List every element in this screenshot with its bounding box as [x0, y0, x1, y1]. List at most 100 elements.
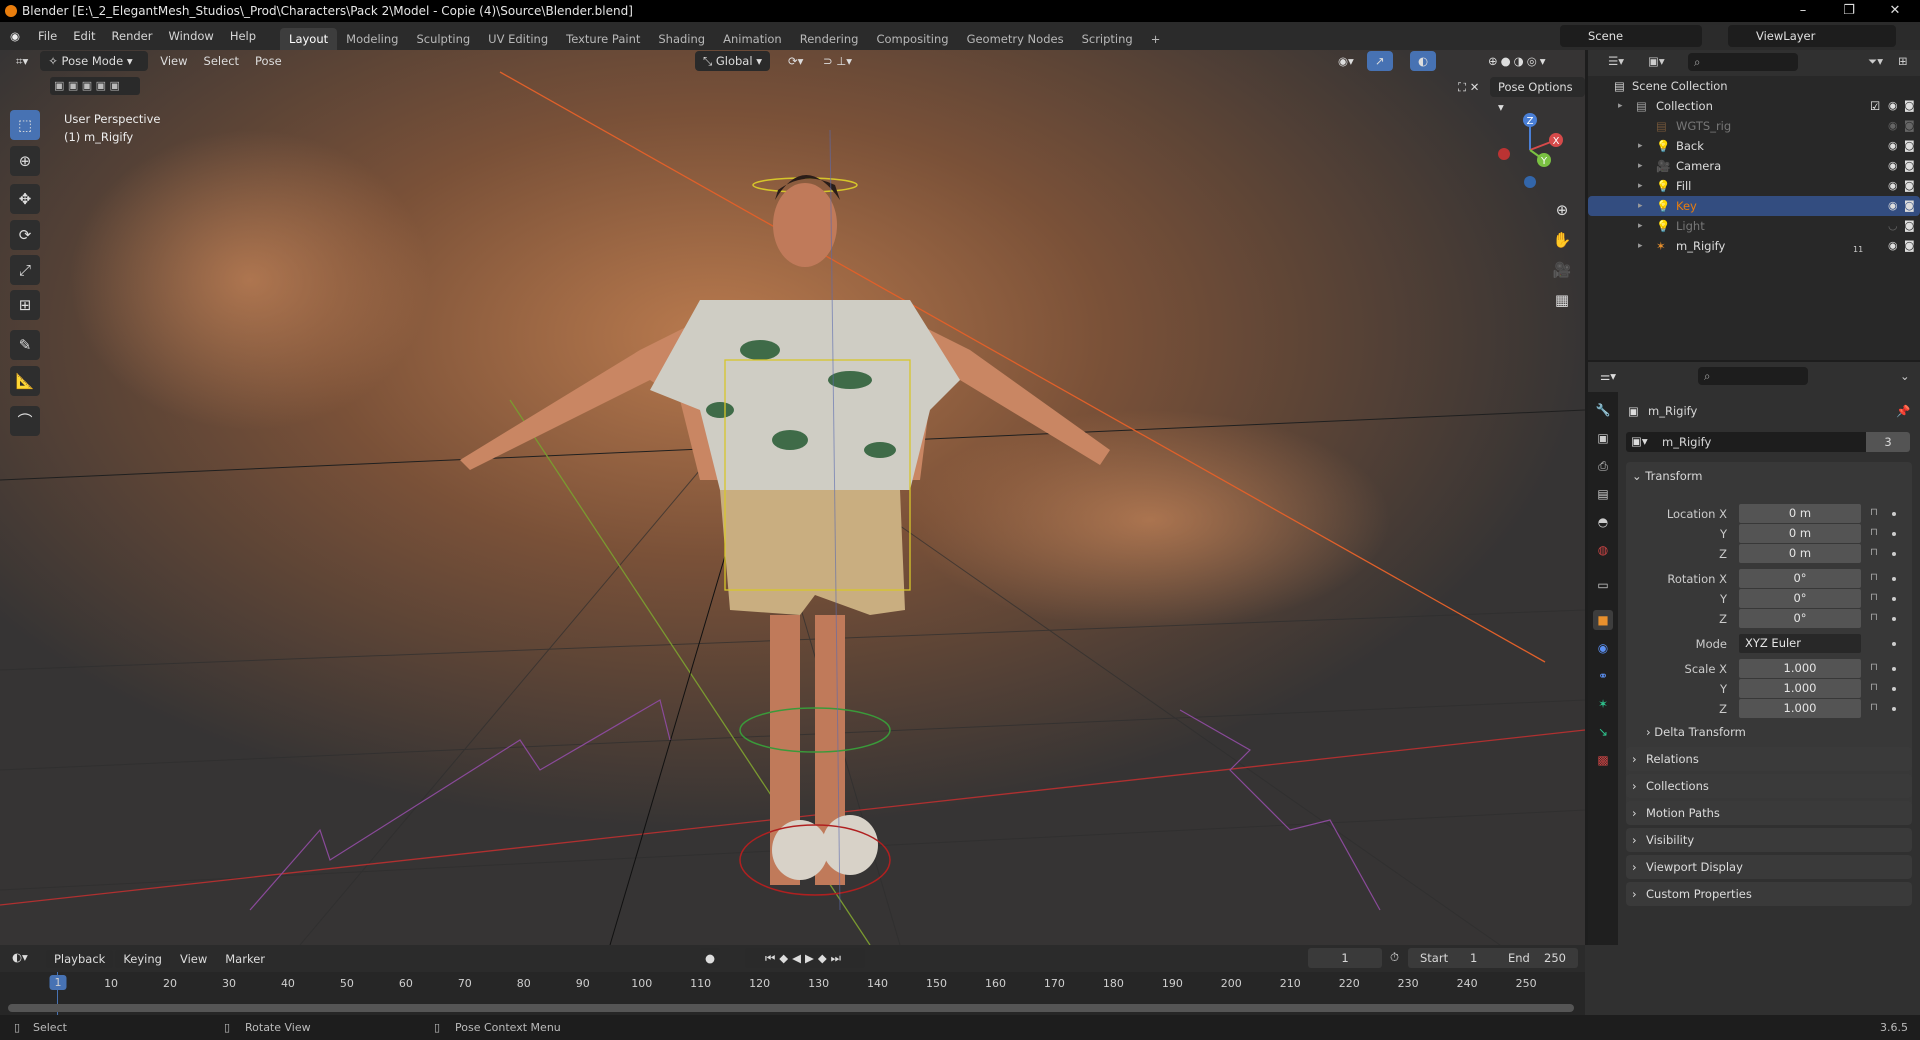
outliner-row-collection[interactable]: ▸ ▤ Collection ☑ ◉ ◙ [1588, 96, 1920, 116]
overlay-toggle[interactable]: ◐ [1410, 51, 1437, 71]
lock-icon[interactable]: ⊓ [1870, 507, 1878, 518]
menu-help[interactable]: Help [222, 29, 264, 43]
zoom-icon[interactable]: ⊕ [1550, 195, 1574, 225]
select-box-tool[interactable]: ⬚ [10, 110, 40, 140]
panel-visibility[interactable]: Visibility › [1626, 828, 1912, 852]
outliner-item-name[interactable]: Back [1676, 136, 1704, 156]
transform-field[interactable]: 1.000 [1739, 679, 1861, 698]
editor-type-icon[interactable]: ◐▾ [12, 950, 28, 964]
pan-hand-icon[interactable]: ✋ [1550, 225, 1574, 255]
panel-relations[interactable]: Relations › [1626, 747, 1912, 771]
user-count[interactable]: 3 [1866, 432, 1910, 452]
render-camera-icon[interactable]: ◙ [1904, 176, 1915, 196]
object-tab-icon[interactable]: ■ [1593, 610, 1613, 630]
visibility-eye-icon[interactable]: ◉ [1888, 96, 1898, 116]
scene-collection-row[interactable]: ▤ Scene Collection [1588, 76, 1920, 96]
lock-icon[interactable]: ⊓ [1870, 527, 1878, 538]
visibility-eye-icon[interactable]: ◉ [1888, 116, 1898, 136]
editor-type-icon[interactable]: ⚌▾ [1600, 369, 1616, 383]
measure-tool[interactable]: 📐 [10, 366, 40, 396]
tab-uv-editing[interactable]: UV Editing [479, 28, 557, 50]
outliner-item-name[interactable]: Key [1676, 196, 1697, 216]
tab-animation[interactable]: Animation [714, 28, 791, 50]
expand-arrow-icon[interactable]: ▸ [1638, 136, 1643, 156]
current-frame-field[interactable]: 1 [1308, 948, 1382, 968]
start-frame-field[interactable]: 1 [1470, 948, 1477, 968]
view-layer-selector[interactable]: ViewLayer [1728, 25, 1896, 47]
view-layer-tab-icon[interactable]: ▤ [1593, 484, 1613, 504]
properties-search-input[interactable]: ⌕ [1698, 367, 1808, 385]
render-camera-icon[interactable]: ◙ [1904, 136, 1915, 156]
shading-buttons[interactable]: ⊕●◑◎▾ [1480, 51, 1557, 71]
playback-controls[interactable]: ⏮◆◀▶◆⏭ [745, 948, 865, 968]
transform-panel-header[interactable]: ⌄ Transform [1632, 466, 1703, 486]
armature-data-tab-icon[interactable]: ✶ [1593, 694, 1613, 714]
properties-editor[interactable]: ⚌▾ ⌕ ⌄ 🔧 ▣ ⎙ ▤ ◓ ◍ ▭ ■ ◉ ⚭ ✶ ↘ ▩ ▣ m_Rig… [1588, 362, 1920, 1015]
lock-icon[interactable]: ⊓ [1870, 682, 1878, 693]
data-block-selector[interactable]: ▣▾ m_Rigify 3 [1626, 432, 1910, 452]
exclude-checkbox[interactable]: ☑ [1870, 96, 1880, 116]
blender-menu-icon[interactable]: ◉ [0, 29, 30, 43]
rotate-tool[interactable]: ⟳ [10, 220, 40, 250]
tool-tab-icon[interactable]: 🔧 [1593, 400, 1613, 420]
lock-icon[interactable]: ⊓ [1870, 662, 1878, 673]
visibility-eye-icon[interactable]: ◉ [1888, 156, 1898, 176]
render-camera-icon[interactable]: ◙ [1904, 116, 1915, 136]
constraints-tab-icon[interactable]: ⚭ [1593, 666, 1613, 686]
scale-tool[interactable]: ⤢ [10, 255, 40, 285]
render-camera-icon[interactable]: ◙ [1904, 216, 1915, 236]
panel-motion-paths[interactable]: Motion Paths › [1626, 801, 1912, 825]
end-frame-field[interactable]: 250 [1544, 948, 1566, 968]
keyframe-dot-icon[interactable] [1892, 552, 1896, 556]
texture-tab-icon[interactable]: ▩ [1593, 750, 1613, 770]
collection-tab-icon[interactable]: ▭ [1593, 575, 1613, 595]
relax-pose-tool[interactable]: ⌒ [10, 406, 40, 436]
options-dropdown[interactable]: ⌄ [1900, 369, 1910, 383]
expand-arrow-icon[interactable]: ▸ [1638, 236, 1643, 256]
keyframe-dot-icon[interactable] [1892, 707, 1896, 711]
transform-field[interactable]: 0 m [1739, 504, 1861, 523]
filter-mode-icon[interactable]: ▣▾ [1648, 54, 1665, 68]
minimize-button[interactable]: – [1780, 0, 1826, 22]
tab-sculpting[interactable]: Sculpting [407, 28, 479, 50]
navigation-gizmo[interactable]: Z X Y [1490, 110, 1570, 190]
pose-options-dropdown[interactable]: Pose Options ▾ [1490, 77, 1585, 114]
annotate-tool[interactable]: ✎ [10, 330, 40, 360]
preview-range-icon[interactable]: ⏱ [1390, 950, 1399, 965]
timeline-menu-playback[interactable]: Playback [46, 950, 114, 968]
visibility-eye-icon[interactable]: ◉ [1888, 176, 1898, 196]
orientation-selector[interactable]: ⤡ Global ▾ [695, 51, 770, 71]
tab-shading[interactable]: Shading [649, 28, 714, 50]
output-tab-icon[interactable]: ⎙ [1593, 456, 1613, 476]
tab-texture-paint[interactable]: Texture Paint [557, 28, 649, 50]
keyframe-dot-icon[interactable] [1892, 512, 1896, 516]
transform-field[interactable]: 0° [1739, 609, 1861, 628]
bone-tab-icon[interactable]: ↘ [1593, 722, 1613, 742]
keyframe-dot-icon[interactable] [1892, 667, 1896, 671]
editor-type-button[interactable]: ⌗▾ [8, 51, 36, 71]
viewport-menu-select[interactable]: Select [196, 51, 247, 71]
visibility-eye-icon[interactable]: ◡ [1888, 216, 1898, 236]
timeline-menu-keying[interactable]: Keying [115, 950, 170, 968]
lock-icon[interactable]: ⊓ [1870, 592, 1878, 603]
render-camera-icon[interactable]: ◙ [1904, 196, 1915, 216]
timeline-ruler[interactable]: 1 10 20 30 40 50 60 70 80 90 100 110 120 130 140 150 160… [0, 972, 1585, 1015]
tab-rendering[interactable]: Rendering [791, 28, 868, 50]
menu-render[interactable]: Render [104, 29, 161, 43]
visibility-eye-icon[interactable]: ◉ [1888, 236, 1898, 256]
delta-transform-subpanel[interactable]: › Delta Transform [1646, 722, 1746, 742]
auto-keying-toggle[interactable]: ● [700, 948, 720, 968]
mode-selector[interactable]: ✧ Pose Mode ▾ [40, 51, 149, 71]
scene-tab-icon[interactable]: ◓ [1593, 512, 1613, 532]
physics-tab-icon[interactable]: ◉ [1593, 638, 1613, 658]
keyframe-dot-icon[interactable] [1892, 617, 1896, 621]
menu-edit[interactable]: Edit [65, 29, 103, 43]
outliner-item-name[interactable]: WGTS_rig [1676, 116, 1731, 136]
transform-field[interactable]: 1.000 [1739, 659, 1861, 678]
outliner-row-light[interactable]: ▸ 💡 Light ◡ ◙ [1588, 216, 1920, 236]
timeline[interactable]: ◐▾ Playback Keying View Marker ● ⏮◆◀▶◆⏭ 1 ⏱… [0, 945, 1585, 1015]
keyframe-dot-icon[interactable] [1892, 642, 1896, 646]
expand-arrow-icon[interactable]: ▸ [1638, 156, 1643, 176]
outliner-row-m-rigify[interactable]: ▸ ✶ m_Rigify 11 ◉ ◙ [1588, 236, 1920, 256]
snap-toggle[interactable]: ⊃ ⊥▾ [815, 51, 860, 71]
